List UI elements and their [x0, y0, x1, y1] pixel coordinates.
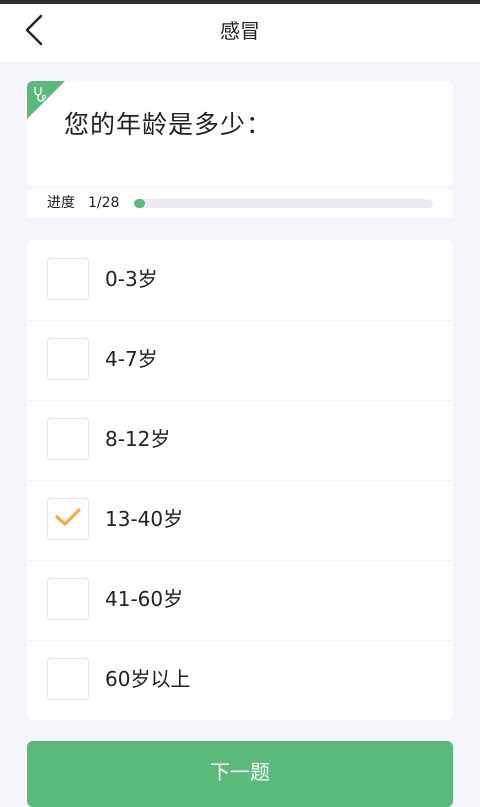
option-13-40[interactable]: 13-40岁	[27, 480, 453, 560]
option-label: 8-12岁	[105, 427, 171, 451]
option-checkbox[interactable]	[47, 658, 89, 700]
option-checkbox[interactable]	[47, 338, 89, 380]
progress-bar-fill	[134, 199, 145, 208]
progress-bar	[134, 199, 433, 208]
question-card: 您的年龄是多少：	[27, 81, 453, 186]
stethoscope-icon	[27, 81, 65, 119]
option-label: 41-60岁	[105, 587, 184, 611]
option-checkbox[interactable]	[47, 578, 89, 620]
option-checkbox[interactable]	[47, 258, 89, 300]
option-label: 13-40岁	[105, 507, 184, 531]
option-4-7[interactable]: 4-7岁	[27, 320, 453, 400]
option-8-12[interactable]: 8-12岁	[27, 400, 453, 480]
page-title: 感冒	[220, 19, 260, 43]
progress-panel: 进度 1/28	[27, 189, 453, 218]
option-41-60[interactable]: 41-60岁	[27, 560, 453, 640]
option-0-3[interactable]: 0-3岁	[27, 240, 453, 320]
options-list: 0-3岁 4-7岁 8-12岁 13-40岁 41-60岁 60岁以上	[27, 240, 453, 720]
option-checkbox[interactable]	[47, 418, 89, 460]
question-text: 您的年龄是多少：	[64, 110, 273, 139]
option-checkbox[interactable]	[47, 498, 89, 540]
checkmark-icon	[55, 507, 81, 531]
app-header: 感冒	[0, 4, 480, 62]
option-label: 4-7岁	[105, 347, 158, 371]
next-question-button[interactable]: 下一题	[27, 741, 453, 807]
progress-label: 进度	[47, 195, 75, 211]
option-label: 0-3岁	[105, 267, 158, 291]
option-60-plus[interactable]: 60岁以上	[27, 640, 453, 720]
option-label: 60岁以上	[105, 667, 191, 691]
progress-count: 1/28	[88, 195, 120, 211]
